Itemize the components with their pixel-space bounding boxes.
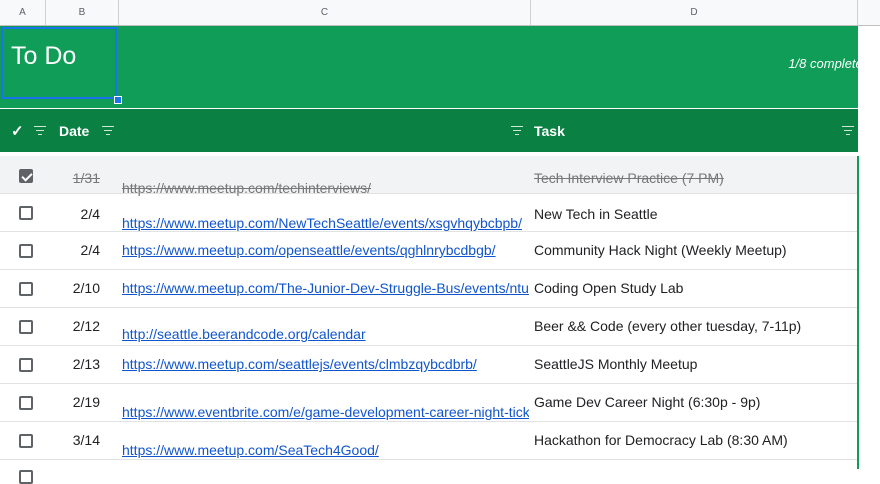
column-header-a[interactable]: A — [0, 0, 46, 25]
table-row: 2/13 https://www.meetup.com/seattlejs/ev… — [0, 346, 858, 384]
row-task: Community Hack Night (Weekly Meetup) — [534, 242, 787, 258]
row-date: 2/10 — [72, 280, 100, 296]
row-task: Game Dev Career Night (6:30p - 9p) — [534, 394, 761, 410]
table-row: 2/19 https://www.eventbrite.com/e/game-d… — [0, 384, 858, 422]
column-header-d[interactable]: D — [531, 0, 858, 25]
row-date: 2/19 — [72, 394, 100, 410]
completed-count: 1/8 completed — [788, 56, 870, 71]
row-task: Hackathon for Democracy Lab (8:30 AM) — [534, 432, 788, 448]
checkmark-header: ✓ — [11, 122, 24, 140]
filter-icon[interactable] — [511, 126, 523, 136]
checkbox[interactable] — [19, 320, 33, 334]
column-header-c[interactable]: C — [119, 0, 531, 25]
column-header-b[interactable]: B — [46, 0, 119, 25]
table-row: 2/10 https://www.meetup.com/The-Junior-D… — [0, 270, 858, 308]
checkbox[interactable] — [19, 358, 33, 372]
row-task: Tech Interview Practice (7 PM) — [534, 170, 724, 186]
filter-icon[interactable] — [842, 126, 854, 136]
table-row: 2/12 http://seattle.beerandcode.org/cale… — [0, 308, 858, 346]
table-row — [0, 460, 858, 484]
table-header-row: ✓ Date Task — [0, 109, 858, 152]
checkbox[interactable] — [19, 396, 33, 410]
checkbox[interactable] — [19, 206, 33, 220]
row-link[interactable]: https://www.meetup.com/seattlejs/events/… — [122, 356, 529, 372]
row-date: 1/31 — [72, 170, 100, 186]
fill-handle[interactable] — [114, 96, 122, 104]
task-header: Task — [534, 122, 565, 139]
table-row: 1/31 https://www.meetup.com/techintervie… — [0, 156, 858, 196]
checkbox[interactable] — [19, 244, 33, 258]
row-link[interactable]: https://www.meetup.com/The-Junior-Dev-St… — [122, 280, 529, 296]
row-link[interactable]: https://www.eventbrite.com/e/game-develo… — [122, 404, 529, 420]
filter-icon[interactable] — [102, 126, 114, 136]
filter-icon[interactable] — [34, 126, 46, 136]
table-row: 2/4 https://www.meetup.com/openseattle/e… — [0, 232, 858, 270]
row-date: 2/4 — [80, 206, 100, 222]
row-task: New Tech in Seattle — [534, 206, 658, 222]
row-link[interactable]: http://seattle.beerandcode.org/calendar — [122, 326, 529, 342]
row-date: 2/13 — [72, 356, 100, 372]
row-task: Coding Open Study Lab — [534, 280, 684, 296]
selected-cell-outline — [1, 27, 117, 99]
row-date: 2/4 — [80, 242, 100, 258]
table-right-border — [857, 156, 859, 469]
row-task: Beer && Code (every other tuesday, 7-11p… — [534, 318, 802, 334]
checkbox[interactable] — [19, 470, 33, 484]
table-row: 3/14 https://www.meetup.com/SeaTech4Good… — [0, 422, 858, 460]
row-link[interactable]: https://www.meetup.com/openseattle/event… — [122, 242, 529, 258]
row-link[interactable]: https://www.meetup.com/SeaTech4Good/ — [122, 442, 529, 458]
checkbox[interactable] — [19, 282, 33, 296]
checkbox-checked[interactable] — [19, 169, 33, 183]
table-row: 2/4 https://www.meetup.com/NewTechSeattl… — [0, 194, 858, 232]
row-task: SeattleJS Monthly Meetup — [534, 356, 698, 372]
row-date: 2/12 — [72, 318, 100, 334]
title-banner — [0, 26, 858, 108]
date-header: Date — [59, 122, 90, 139]
column-header-bar: A B C D — [0, 0, 880, 26]
row-link[interactable]: https://www.meetup.com/NewTechSeattle/ev… — [122, 215, 529, 231]
checkbox[interactable] — [19, 434, 33, 448]
row-date: 3/14 — [72, 432, 100, 448]
